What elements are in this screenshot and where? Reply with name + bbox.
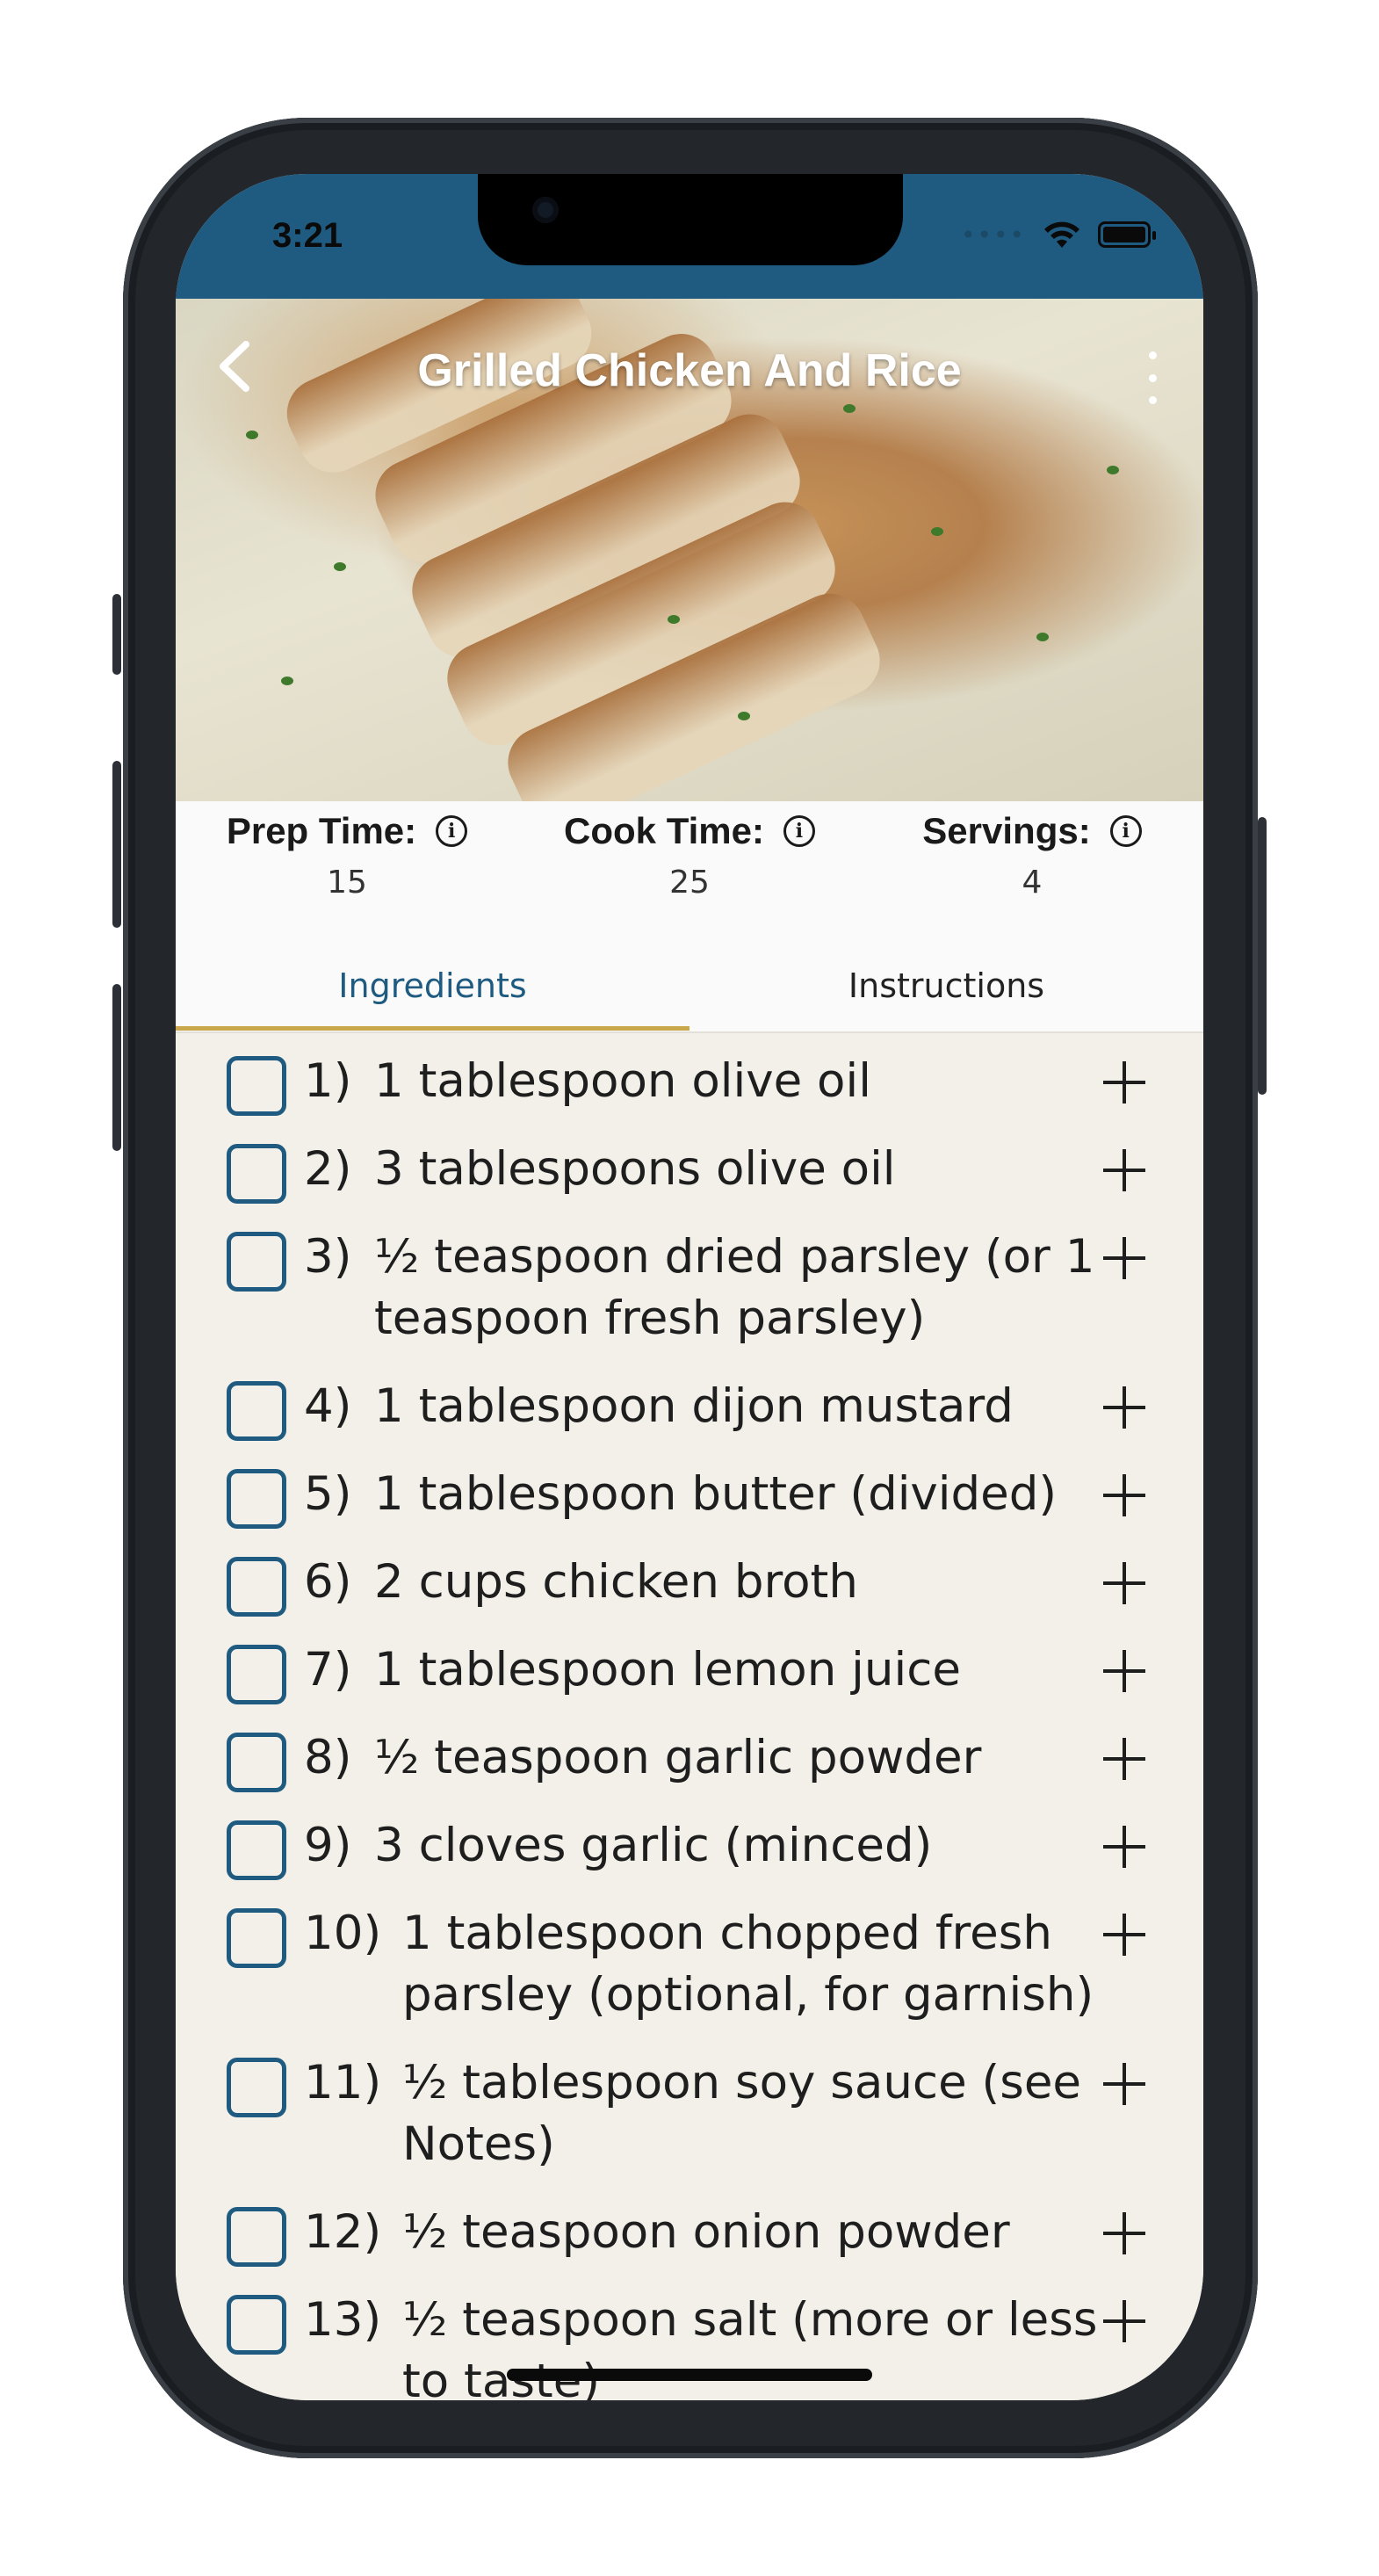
wifi-icon <box>1044 221 1079 248</box>
ingredient-checkbox[interactable] <box>227 1469 286 1529</box>
servings: Servings: i 4 <box>861 810 1203 901</box>
ingredient-number: 5) <box>304 1467 352 1521</box>
ingredient-checkbox[interactable] <box>227 2058 286 2117</box>
cook-time-label: Cook Time: <box>564 810 764 851</box>
recipe-hero-image: Grilled Chicken And Rice <box>176 299 1203 801</box>
add-to-list-icon[interactable] <box>1103 2300 1145 2342</box>
ingredient-text: ½ teaspoon salt (more or less <box>402 2293 1098 2347</box>
ingredient-text: ½ teaspoon onion powder <box>402 2205 1010 2259</box>
signal-icon: •••• <box>960 220 1026 250</box>
add-to-list-icon[interactable] <box>1103 1149 1145 1191</box>
add-to-list-icon[interactable] <box>1103 1386 1145 1429</box>
info-icon[interactable]: i <box>436 815 468 847</box>
cook-time: Cook Time: i 25 <box>518 810 861 901</box>
ingredient-text: Notes) <box>402 2117 555 2171</box>
ingredient-checkbox[interactable] <box>227 2207 286 2267</box>
add-to-list-icon[interactable] <box>1103 2212 1145 2254</box>
prep-time-label: Prep Time: <box>226 810 417 851</box>
ingredient-number: 2) <box>304 1142 352 1196</box>
ingredient-checkbox[interactable] <box>227 1645 286 1704</box>
add-to-list-icon[interactable] <box>1103 1237 1145 1279</box>
tab-bar: Ingredients Instructions <box>176 942 1203 1033</box>
ingredient-number: 8) <box>304 1731 352 1784</box>
ingredient-list: 1) 1 tablespoon olive oil 2) 3 tablespoons … <box>176 1033 1203 2400</box>
add-to-list-icon[interactable] <box>1103 1914 1145 1956</box>
tab-ingredients[interactable]: Ingredients <box>176 942 690 1030</box>
ingredient-text: ½ tablespoon soy sauce (see <box>402 2056 1082 2109</box>
add-to-list-icon[interactable] <box>1103 2063 1145 2105</box>
ingredient-checkbox[interactable] <box>227 1908 286 1968</box>
ingredient-checkbox[interactable] <box>227 1557 286 1617</box>
battery-icon <box>1098 221 1156 248</box>
add-to-list-icon[interactable] <box>1103 1826 1145 1868</box>
ingredient-text: 3 cloves garlic (minced) <box>374 1819 933 1872</box>
servings-label: Servings: <box>922 810 1091 851</box>
ingredient-text: ½ teaspoon dried parsley (or 1 <box>374 1230 1095 1284</box>
prep-time-value: 15 <box>327 865 367 901</box>
app-screen: 3:21 •••• Grilled Chicken And Rice Prep … <box>176 174 1203 2400</box>
ingredient-checkbox[interactable] <box>227 1820 286 1880</box>
ingredient-number: 7) <box>304 1643 352 1697</box>
ingredient-number: 12) <box>304 2205 382 2259</box>
ingredient-text: 3 tablespoons olive oil <box>374 1142 896 1196</box>
ingredient-number: 6) <box>304 1555 352 1609</box>
ingredient-text: 1 tablespoon olive oil <box>374 1054 871 1108</box>
cook-time-value: 25 <box>669 865 710 901</box>
add-to-list-icon[interactable] <box>1103 1474 1145 1516</box>
recipe-info: Prep Time: i 15 Cook Time: i 25 Servings: i… <box>176 801 1203 942</box>
info-icon[interactable]: i <box>783 815 815 847</box>
add-to-list-icon[interactable] <box>1103 1650 1145 1692</box>
home-indicator <box>507 2369 872 2381</box>
add-to-list-icon[interactable] <box>1103 1562 1145 1604</box>
ingredient-number: 10) <box>304 1907 382 1960</box>
ingredient-number: 4) <box>304 1379 352 1433</box>
more-options-button[interactable] <box>1135 351 1170 404</box>
ingredient-checkbox[interactable] <box>227 2295 286 2355</box>
ingredient-text: 1 tablespoon lemon juice <box>374 1643 961 1697</box>
active-tab-indicator <box>176 1026 690 1031</box>
tab-instructions[interactable]: Instructions <box>690 942 1203 1030</box>
add-to-list-icon[interactable] <box>1103 1061 1145 1103</box>
prep-time: Prep Time: i 15 <box>176 810 518 901</box>
ingredient-checkbox[interactable] <box>227 1733 286 1792</box>
ingredient-number: 3) <box>304 1230 352 1284</box>
ingredient-number: 13) <box>304 2293 382 2347</box>
ingredient-checkbox[interactable] <box>227 1232 286 1292</box>
ingredient-text: teaspoon fresh parsley) <box>374 1292 926 1345</box>
camera-notch <box>478 174 903 265</box>
ingredient-text: ½ teaspoon garlic powder <box>374 1731 982 1784</box>
info-icon[interactable]: i <box>1109 815 1142 847</box>
ingredient-text: 1 tablespoon butter (divided) <box>374 1467 1058 1521</box>
ingredient-text: 1 tablespoon dijon mustard <box>374 1379 1014 1433</box>
add-to-list-icon[interactable] <box>1103 1738 1145 1780</box>
ingredient-text: 2 cups chicken broth <box>374 1555 858 1609</box>
page-title: Grilled Chicken And Rice <box>417 345 962 396</box>
more-vertical-icon <box>1148 351 1157 359</box>
ingredient-checkbox[interactable] <box>227 1056 286 1116</box>
ingredient-number: 1) <box>304 1054 352 1108</box>
ingredient-checkbox[interactable] <box>227 1381 286 1441</box>
status-time: 3:21 <box>272 216 343 255</box>
ingredient-text: parsley (optional, for garnish) <box>402 1968 1094 2022</box>
ingredient-number: 9) <box>304 1819 352 1872</box>
status-icons: •••• <box>960 220 1156 250</box>
ingredient-number: 11) <box>304 2056 382 2109</box>
servings-value: 4 <box>1022 865 1043 901</box>
ingredient-checkbox[interactable] <box>227 1144 286 1204</box>
ingredient-text: 1 tablespoon chopped fresh <box>402 1907 1052 1960</box>
app-header: Grilled Chicken And Rice <box>176 299 1203 439</box>
